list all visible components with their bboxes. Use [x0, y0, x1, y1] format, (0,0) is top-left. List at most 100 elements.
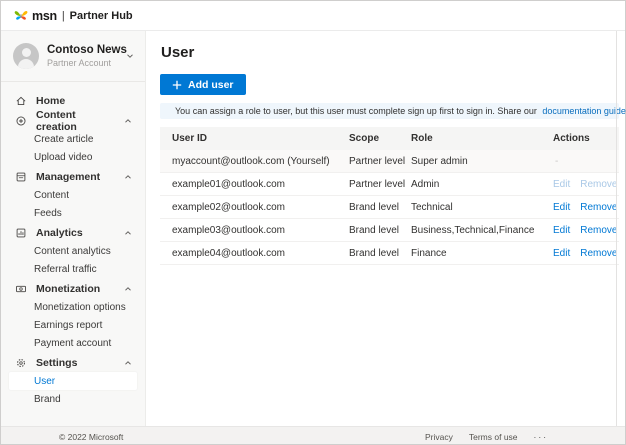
- edit-link[interactable]: Edit: [553, 202, 570, 213]
- sidebar-subitem-label: Create article: [34, 134, 93, 145]
- brand-separator: |: [62, 10, 65, 22]
- edit-link[interactable]: Edit: [553, 225, 570, 236]
- scrollbar-divider: [616, 31, 617, 428]
- cell-scope: Brand level: [349, 202, 411, 213]
- monetization-icon: [15, 283, 27, 295]
- sidebar-item-settings[interactable]: Settings: [1, 353, 145, 372]
- chevron-up-icon: [123, 284, 133, 294]
- cell-role: Finance: [411, 248, 553, 259]
- chevron-down-icon: [125, 51, 135, 61]
- sidebar-subitem-upload-video[interactable]: Upload video: [1, 148, 145, 166]
- col-header-actions: Actions: [553, 133, 619, 144]
- sidebar-subitem-label: Content analytics: [34, 246, 111, 257]
- sidebar-subitem-label: Brand: [34, 394, 61, 405]
- remove-link[interactable]: Remove: [580, 225, 617, 236]
- table-row: example04@outlook.com Brand level Financ…: [160, 242, 619, 265]
- sidebar-item-content-creation[interactable]: Content creation: [1, 111, 145, 130]
- sidebar-item-management[interactable]: Management: [1, 167, 145, 186]
- cell-role: Business,Technical,Finance: [411, 225, 553, 236]
- sidebar-subitem-label: Earnings report: [34, 320, 102, 331]
- edit-link[interactable]: Edit: [553, 179, 570, 190]
- chevron-up-icon: [123, 358, 133, 368]
- sidebar-subitem-user[interactable]: User: [9, 372, 137, 390]
- cell-scope: Partner level: [349, 179, 411, 190]
- footer: © 2022 Microsoft Privacy Terms of use ··…: [1, 426, 625, 444]
- sidebar-subitem-label: Monetization options: [34, 302, 126, 313]
- remove-link[interactable]: Remove: [580, 202, 617, 213]
- account-type: Partner Account: [47, 58, 117, 68]
- edit-link[interactable]: Edit: [553, 248, 570, 259]
- sidebar-subitem-earnings-report[interactable]: Earnings report: [1, 316, 145, 334]
- main-content: User Add user You can assign a role to u…: [146, 31, 625, 428]
- users-table: User ID Scope Role Actions myaccount@out…: [160, 127, 619, 265]
- cell-user-id: example03@outlook.com: [160, 225, 349, 236]
- sidebar-subitem-label: Referral traffic: [34, 264, 97, 275]
- account-name: Contoso News: [47, 44, 117, 56]
- sidebar-item-label: Home: [36, 95, 65, 107]
- cell-scope: Brand level: [349, 248, 411, 259]
- sidebar-item-analytics[interactable]: Analytics: [1, 223, 145, 242]
- sidebar-subitem-referral-traffic[interactable]: Referral traffic: [1, 260, 145, 278]
- remove-link[interactable]: Remove: [580, 179, 617, 190]
- cell-scope: Brand level: [349, 225, 411, 236]
- chevron-up-icon: [123, 172, 133, 182]
- cell-user-id: myaccount@outlook.com (Yourself): [160, 156, 349, 167]
- table-row: example02@outlook.com Brand level Techni…: [160, 196, 619, 219]
- analytics-icon: [15, 227, 27, 239]
- col-header-role: Role: [411, 133, 553, 144]
- management-icon: [15, 171, 27, 183]
- documentation-guide-link[interactable]: documentation guide: [542, 106, 626, 116]
- sidebar-subitem-label: Upload video: [34, 152, 92, 163]
- cell-role: Super admin: [411, 156, 553, 167]
- sidebar-nav: Home Content creation Create article Upl…: [1, 82, 145, 408]
- sidebar-subitem-label: Content: [34, 190, 69, 201]
- sidebar: Contoso News Partner Account Home: [1, 31, 146, 428]
- home-icon: [15, 95, 27, 107]
- sidebar-item-label: Monetization: [36, 283, 100, 295]
- add-circle-icon: [15, 115, 27, 127]
- privacy-link[interactable]: Privacy: [425, 432, 453, 442]
- more-options-button[interactable]: ···: [534, 432, 549, 442]
- chevron-up-icon: [123, 228, 133, 238]
- topbar: msn | Partner Hub: [1, 1, 625, 31]
- sidebar-item-label: Content creation: [36, 109, 114, 133]
- table-row: example03@outlook.com Brand level Busine…: [160, 219, 619, 242]
- cell-user-id: example02@outlook.com: [160, 202, 349, 213]
- sidebar-subitem-label: User: [34, 376, 55, 387]
- remove-link[interactable]: Remove: [580, 248, 617, 259]
- table-row: example01@outlook.com Partner level Admi…: [160, 173, 619, 196]
- msn-butterfly-logo-icon: [14, 9, 28, 22]
- gear-icon: [15, 357, 27, 369]
- copyright: © 2022 Microsoft: [59, 432, 123, 442]
- sidebar-subitem-brand[interactable]: Brand: [1, 390, 145, 408]
- page-title: User: [161, 44, 625, 61]
- sidebar-item-home[interactable]: Home: [1, 91, 145, 110]
- add-user-button[interactable]: Add user: [160, 74, 246, 95]
- sidebar-item-label: Analytics: [36, 227, 83, 239]
- cell-role: Technical: [411, 202, 553, 213]
- brand-name: msn: [32, 9, 57, 23]
- sidebar-subitem-create-article[interactable]: Create article: [1, 130, 145, 148]
- sidebar-subitem-label: Feeds: [34, 208, 62, 219]
- sidebar-subitem-feeds[interactable]: Feeds: [1, 204, 145, 222]
- sidebar-subitem-monetization-options[interactable]: Monetization options: [1, 298, 145, 316]
- msn-brand-link[interactable]: msn | Partner Hub: [14, 9, 133, 23]
- banner-text: You can assign a role to user, but this …: [175, 106, 626, 116]
- account-switcher[interactable]: Contoso News Partner Account: [1, 31, 145, 81]
- info-banner: You can assign a role to user, but this …: [160, 103, 619, 119]
- avatar: [13, 43, 39, 69]
- chevron-up-icon: [123, 116, 133, 126]
- sidebar-subitem-content[interactable]: Content: [1, 186, 145, 204]
- sidebar-subitem-content-analytics[interactable]: Content analytics: [1, 242, 145, 260]
- table-row: myaccount@outlook.com (Yourself) Partner…: [160, 150, 619, 173]
- sidebar-item-label: Settings: [36, 357, 77, 369]
- add-user-label: Add user: [188, 79, 234, 91]
- sidebar-subitem-payment-account[interactable]: Payment account: [1, 334, 145, 352]
- table-header-row: User ID Scope Role Actions: [160, 127, 619, 150]
- terms-of-use-link[interactable]: Terms of use: [469, 432, 518, 442]
- banner-text-before: You can assign a role to user, but this …: [175, 106, 539, 116]
- sidebar-item-monetization[interactable]: Monetization: [1, 279, 145, 298]
- no-actions-dash: -: [553, 156, 619, 167]
- cell-user-id: example04@outlook.com: [160, 248, 349, 259]
- sidebar-item-label: Management: [36, 171, 100, 183]
